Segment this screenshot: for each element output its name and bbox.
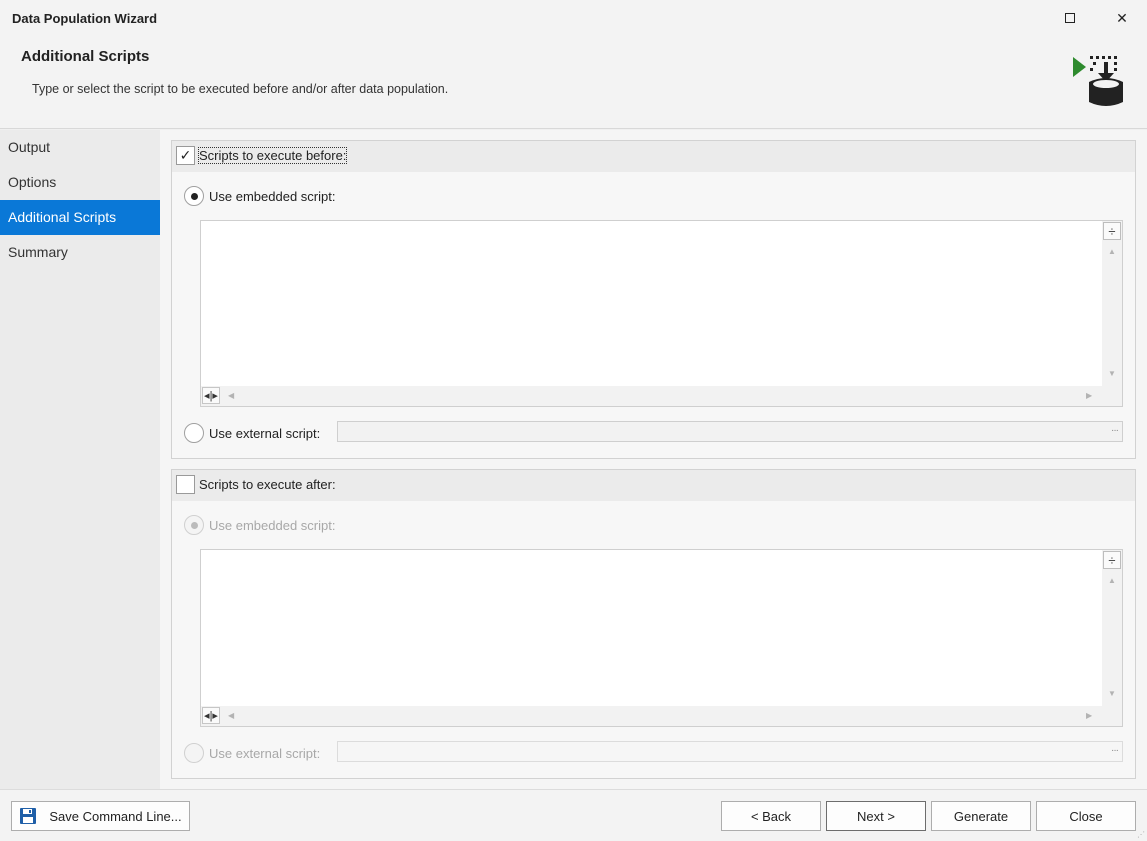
save-command-line-button[interactable]: Save Command Line...	[11, 801, 190, 831]
after-horizontal-scrollbar[interactable]: ◂|▸ ◀ ▶	[201, 706, 1122, 726]
sidebar-item-output[interactable]: Output	[0, 130, 160, 165]
maximize-button[interactable]	[1047, 4, 1093, 32]
split-vertical-icon[interactable]: ÷	[1103, 551, 1121, 569]
back-button[interactable]: < Back	[721, 801, 821, 831]
wizard-footer: Save Command Line... < Back Next > Gener…	[0, 789, 1147, 841]
scroll-down-icon[interactable]: ▼	[1108, 369, 1116, 378]
after-embedded-radio[interactable]	[184, 515, 204, 535]
scroll-right-icon[interactable]: ▶	[1086, 711, 1092, 720]
sidebar-item-additional-scripts[interactable]: Additional Scripts	[0, 200, 160, 235]
scroll-up-icon[interactable]: ▲	[1108, 247, 1116, 256]
before-embedded-option[interactable]: Use embedded script:	[184, 186, 335, 206]
wizard-header: Additional Scripts Type or select the sc…	[0, 36, 1147, 129]
page-title: Additional Scripts	[21, 48, 150, 65]
before-horizontal-scrollbar[interactable]: ◂|▸ ◀ ▶	[201, 386, 1122, 406]
scripts-before-label[interactable]: Scripts to execute before:	[197, 147, 348, 164]
after-external-label: Use external script:	[209, 745, 321, 761]
before-embedded-label: Use embedded script:	[209, 188, 336, 204]
next-button[interactable]: Next >	[826, 801, 926, 831]
split-horizontal-icon[interactable]: ◂|▸	[202, 707, 220, 724]
scripts-after-checkbox[interactable]	[176, 475, 195, 494]
scripts-after-header: Scripts to execute after:	[172, 470, 1135, 501]
close-window-button[interactable]: ✕	[1099, 4, 1145, 32]
browse-icon[interactable]: ···	[1111, 745, 1119, 756]
split-horizontal-icon[interactable]: ◂|▸	[202, 387, 220, 404]
generate-button[interactable]: Generate	[931, 801, 1031, 831]
floppy-disk-icon	[20, 808, 37, 824]
close-icon: ✕	[1116, 9, 1128, 26]
scripts-after-group: Scripts to execute after: Use embedded s…	[171, 469, 1136, 779]
browse-icon[interactable]: ···	[1111, 425, 1119, 436]
page-description: Type or select the script to be executed…	[32, 82, 449, 96]
before-external-path-input[interactable]: ···	[337, 421, 1123, 442]
scroll-left-icon[interactable]: ◀	[228, 711, 234, 720]
scroll-right-icon[interactable]: ▶	[1086, 391, 1092, 400]
sidebar-item-summary[interactable]: Summary	[0, 235, 160, 270]
scripts-before-header: ✓ Scripts to execute before:	[172, 141, 1135, 172]
before-script-text[interactable]	[201, 221, 1102, 386]
scripts-before-group: ✓ Scripts to execute before: Use embedde…	[171, 140, 1136, 459]
after-external-path-input[interactable]: ···	[337, 741, 1123, 762]
checkmark-icon: ✓	[179, 147, 192, 163]
before-external-label: Use external script:	[209, 425, 321, 441]
sidebar-item-options[interactable]: Options	[0, 165, 160, 200]
close-button[interactable]: Close	[1036, 801, 1136, 831]
after-embedded-option[interactable]: Use embedded script:	[184, 515, 335, 535]
scroll-down-icon[interactable]: ▼	[1108, 689, 1116, 698]
before-external-radio[interactable]	[184, 423, 204, 443]
title-bar: Data Population Wizard ✕	[0, 0, 1147, 36]
before-external-option[interactable]: Use external script:	[184, 423, 320, 443]
after-vertical-scrollbar[interactable]: ÷ ▲ ▼	[1102, 550, 1122, 706]
wizard-steps-sidebar: Output Options Additional Scripts Summar…	[0, 130, 160, 789]
split-vertical-icon[interactable]: ÷	[1103, 222, 1121, 240]
before-embedded-radio[interactable]	[184, 186, 204, 206]
after-script-editor[interactable]: ÷ ▲ ▼ ◂|▸ ◀ ▶	[200, 549, 1123, 727]
save-command-line-label: Save Command Line...	[49, 808, 182, 824]
data-population-icon	[1073, 56, 1123, 106]
scripts-after-label[interactable]: Scripts to execute after:	[199, 477, 336, 492]
window-title: Data Population Wizard	[12, 11, 158, 26]
scroll-left-icon[interactable]: ◀	[228, 391, 234, 400]
scroll-up-icon[interactable]: ▲	[1108, 576, 1116, 585]
before-script-editor[interactable]: ÷ ▲ ▼ ◂|▸ ◀ ▶	[200, 220, 1123, 407]
after-script-text[interactable]	[201, 550, 1102, 706]
scripts-before-checkbox[interactable]: ✓	[176, 146, 195, 165]
after-embedded-label: Use embedded script:	[209, 517, 336, 533]
content-panel: ✓ Scripts to execute before: Use embedde…	[160, 130, 1147, 789]
resize-grip-icon[interactable]: ⋰	[1137, 830, 1145, 839]
after-external-option[interactable]: Use external script:	[184, 743, 320, 763]
maximize-icon	[1065, 13, 1075, 23]
before-vertical-scrollbar[interactable]: ÷ ▲ ▼	[1102, 221, 1122, 386]
after-external-radio[interactable]	[184, 743, 204, 763]
